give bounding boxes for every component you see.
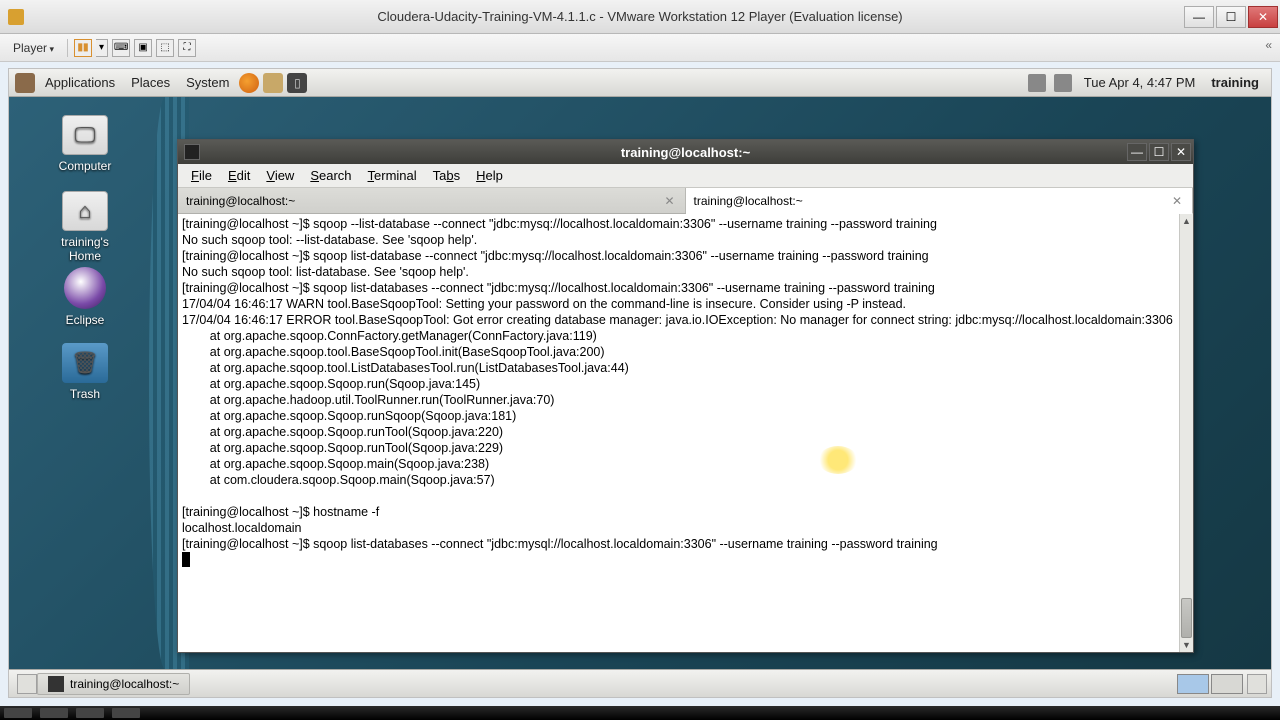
terminal-menubar: File Edit View Search Terminal Tabs Help bbox=[178, 164, 1193, 188]
host-close-button[interactable]: ✕ bbox=[1248, 6, 1278, 28]
clock-label[interactable]: Tue Apr 4, 4:47 PM bbox=[1076, 75, 1204, 90]
trash-applet[interactable] bbox=[1247, 674, 1267, 694]
home-folder-icon: ⌂ bbox=[62, 191, 108, 231]
terminal-title: training@localhost:~ bbox=[621, 145, 750, 160]
desktop-icon-home[interactable]: ⌂ training's Home bbox=[45, 191, 125, 263]
computer-icon: 🖵 bbox=[62, 115, 108, 155]
terminal-cursor bbox=[182, 552, 190, 567]
scroll-up-icon[interactable]: ▲ bbox=[1180, 214, 1193, 228]
menu-search[interactable]: Search bbox=[303, 166, 358, 185]
terminal-tab-2[interactable]: training@localhost:~ ✕ bbox=[686, 188, 1194, 214]
gnome-foot-icon[interactable] bbox=[15, 73, 35, 93]
taskbar-terminal-icon bbox=[48, 676, 64, 692]
vmware-toolbar: Player ▮▮ ▾ ⌨ ▣ ⬚ ⛶ bbox=[0, 34, 1280, 62]
workspace-2[interactable] bbox=[1211, 674, 1243, 694]
desktop[interactable]: 🖵 Computer ⌂ training's Home Eclipse 🗑 T… bbox=[9, 97, 1271, 669]
desktop-icon-computer[interactable]: 🖵 Computer bbox=[45, 115, 125, 173]
taskbar-terminal-button[interactable]: training@localhost:~ bbox=[37, 673, 190, 695]
start-button-icon[interactable] bbox=[4, 708, 32, 718]
terminal-scrollbar[interactable]: ▲ ▼ bbox=[1179, 214, 1193, 652]
workspace-1[interactable] bbox=[1177, 674, 1209, 694]
terminal-launcher-icon[interactable]: ▯ bbox=[287, 73, 307, 93]
terminal-window: training@localhost:~ — ☐ ✕ File Edit Vie… bbox=[177, 139, 1194, 653]
terminal-tab-bar: training@localhost:~ ✕ training@localhos… bbox=[178, 188, 1193, 214]
menu-terminal[interactable]: Terminal bbox=[361, 166, 424, 185]
player-menu[interactable]: Player bbox=[6, 38, 61, 58]
desktop-label: training's Home bbox=[45, 235, 125, 263]
terminal-body[interactable]: [training@localhost ~]$ sqoop --list-dat… bbox=[178, 214, 1193, 652]
desktop-icon-trash[interactable]: 🗑 Trash bbox=[45, 343, 125, 401]
taskbar-label: training@localhost:~ bbox=[70, 677, 179, 691]
volume-icon[interactable] bbox=[1028, 74, 1046, 92]
terminal-titlebar[interactable]: training@localhost:~ — ☐ ✕ bbox=[178, 140, 1193, 164]
terminal-minimize-button[interactable]: — bbox=[1127, 143, 1147, 161]
system-menu[interactable]: System bbox=[178, 75, 237, 90]
vmware-icon bbox=[8, 9, 24, 25]
desktop-label: Computer bbox=[45, 159, 125, 173]
menu-file[interactable]: File bbox=[184, 166, 219, 185]
desktop-label: Trash bbox=[45, 387, 125, 401]
applications-menu[interactable]: Applications bbox=[37, 75, 123, 90]
tab-close-icon[interactable]: ✕ bbox=[662, 194, 676, 208]
terminal-tab-1[interactable]: training@localhost:~ ✕ bbox=[178, 188, 686, 213]
menu-view[interactable]: View bbox=[259, 166, 301, 185]
guest-vm-screen: Applications Places System ▯ Tue Apr 4, … bbox=[8, 68, 1272, 698]
eclipse-icon bbox=[64, 267, 106, 309]
pause-vm-icon[interactable]: ▮▮ bbox=[74, 39, 92, 57]
show-desktop-button[interactable] bbox=[17, 674, 37, 694]
cursor-highlight bbox=[818, 446, 858, 474]
vmware-title: Cloudera-Udacity-Training-VM-4.1.1.c - V… bbox=[377, 9, 902, 24]
firefox-launcher-icon[interactable] bbox=[239, 73, 259, 93]
snapshot-icon[interactable]: ▣ bbox=[134, 39, 152, 57]
terminal-window-icon bbox=[184, 144, 200, 160]
trash-icon: 🗑 bbox=[62, 343, 108, 383]
desktop-label: Eclipse bbox=[45, 313, 125, 327]
send-ctrl-alt-del-icon[interactable]: ⌨ bbox=[112, 39, 130, 57]
menu-help[interactable]: Help bbox=[469, 166, 510, 185]
file-manager-launcher-icon[interactable] bbox=[263, 73, 283, 93]
taskbar-app-icon[interactable] bbox=[112, 708, 140, 718]
host-maximize-button[interactable]: ☐ bbox=[1216, 6, 1246, 28]
places-menu[interactable]: Places bbox=[123, 75, 178, 90]
menu-tabs[interactable]: Tabs bbox=[426, 166, 467, 185]
taskbar-app-icon[interactable] bbox=[40, 708, 68, 718]
terminal-output[interactable]: [training@localhost ~]$ sqoop --list-dat… bbox=[178, 214, 1193, 570]
unity-icon[interactable]: ⬚ bbox=[156, 39, 174, 57]
toolbar-separator bbox=[67, 39, 68, 57]
desktop-icon-eclipse[interactable]: Eclipse bbox=[45, 267, 125, 327]
vmware-titlebar: Cloudera-Udacity-Training-VM-4.1.1.c - V… bbox=[0, 0, 1280, 34]
workspace-switcher[interactable] bbox=[1177, 674, 1243, 694]
collapse-toolbar-icon[interactable]: « bbox=[1265, 38, 1272, 52]
tab-label: training@localhost:~ bbox=[694, 194, 803, 208]
taskbar-app-icon[interactable] bbox=[76, 708, 104, 718]
windows-taskbar[interactable] bbox=[0, 706, 1280, 720]
network-icon[interactable] bbox=[1054, 74, 1072, 92]
terminal-maximize-button[interactable]: ☐ bbox=[1149, 143, 1169, 161]
menu-edit[interactable]: Edit bbox=[221, 166, 257, 185]
tab-close-icon[interactable]: ✕ bbox=[1170, 194, 1184, 208]
scroll-down-icon[interactable]: ▼ bbox=[1180, 638, 1193, 652]
scroll-thumb[interactable] bbox=[1181, 598, 1192, 638]
pause-dropdown-icon[interactable]: ▾ bbox=[96, 39, 108, 57]
terminal-close-button[interactable]: ✕ bbox=[1171, 143, 1191, 161]
tab-label: training@localhost:~ bbox=[186, 194, 295, 208]
host-minimize-button[interactable]: — bbox=[1184, 6, 1214, 28]
gnome-bottom-panel: training@localhost:~ bbox=[9, 669, 1271, 697]
gnome-top-panel: Applications Places System ▯ Tue Apr 4, … bbox=[9, 69, 1271, 97]
user-menu[interactable]: training bbox=[1203, 75, 1267, 90]
fullscreen-icon[interactable]: ⛶ bbox=[178, 39, 196, 57]
